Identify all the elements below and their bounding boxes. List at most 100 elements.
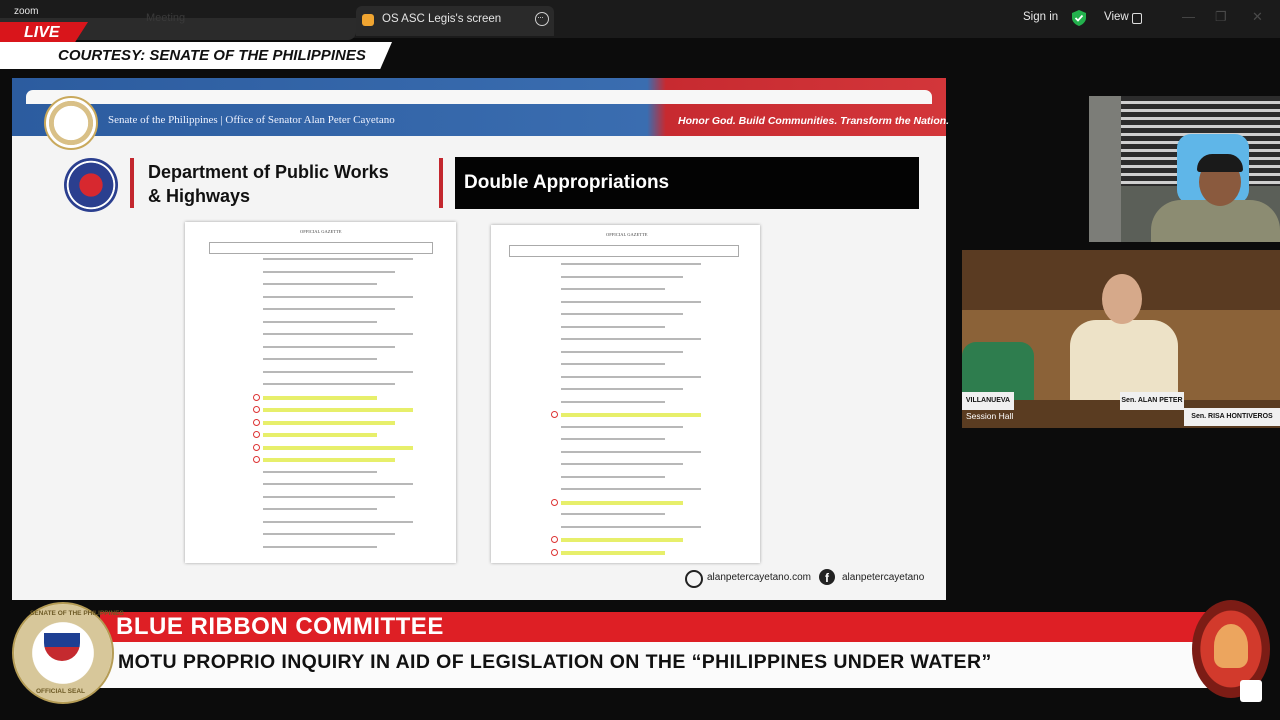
participant-video-session-hall[interactable]: VILLANUEVA Sen. ALAN PETER Sen. RISA HON… xyxy=(962,250,1280,428)
broadcast-icon xyxy=(1240,680,1262,702)
live-label: LIVE xyxy=(24,24,60,41)
red-annotation-mark xyxy=(253,393,260,401)
highlighted-line xyxy=(263,420,395,425)
name-plaque: VILLANUEVA xyxy=(962,392,1014,410)
document-line xyxy=(561,375,701,378)
instagram-icon xyxy=(685,570,703,588)
document-line xyxy=(561,438,665,440)
divider-bar xyxy=(439,158,443,208)
session-hall-label: Session Hall xyxy=(966,411,1014,421)
highlighted-line xyxy=(561,538,683,542)
name-plaque: Sen. RISA HONTIVEROS xyxy=(1184,408,1280,426)
zoom-logo: zoom xyxy=(14,6,39,17)
document-line xyxy=(561,288,665,290)
document-line xyxy=(561,450,701,453)
document-line xyxy=(263,495,395,498)
seal-bottom-text: OFFICIAL SEAL xyxy=(36,688,85,695)
security-shield-icon xyxy=(1072,10,1086,26)
document-line xyxy=(263,370,413,373)
document-line xyxy=(263,533,395,535)
more-options-icon[interactable]: ··· xyxy=(535,12,549,26)
highlighted-line xyxy=(263,458,395,462)
facebook-icon: f xyxy=(819,569,835,585)
red-annotation-mark xyxy=(253,418,260,426)
slide-header-strip xyxy=(26,90,932,104)
participant-hair xyxy=(1197,154,1243,172)
courtesy-label: COURTESY: SENATE OF THE PHILIPPINES xyxy=(58,47,366,64)
sign-in-button[interactable]: Sign in xyxy=(1023,11,1058,23)
view-button[interactable]: View xyxy=(1104,11,1129,23)
document-page-left: OFFICIAL GAZETTE xyxy=(185,222,456,563)
participant-body xyxy=(1151,200,1280,242)
seal-top-text: SENATE OF THE PHILIPPINES xyxy=(30,610,124,617)
document-line xyxy=(561,363,665,365)
document-line xyxy=(561,425,683,428)
document-left-table-header xyxy=(209,242,433,254)
red-annotation-mark xyxy=(551,548,558,556)
document-left-header: OFFICIAL GAZETTE xyxy=(300,229,342,234)
slide-office-label: Senate of the Philippines | Office of Se… xyxy=(108,114,395,126)
document-line xyxy=(263,345,395,348)
highlighted-line xyxy=(263,395,377,400)
document-line xyxy=(561,338,701,340)
red-annotation-mark xyxy=(253,456,260,463)
document-line xyxy=(561,300,701,303)
document-line xyxy=(561,463,683,465)
document-line xyxy=(263,270,395,273)
close-button[interactable]: ✕ xyxy=(1252,9,1263,25)
red-annotation-mark xyxy=(551,411,558,418)
name-plaque: Sen. ALAN PETER xyxy=(1120,392,1184,410)
meeting-tab-label: Meeting xyxy=(146,12,186,24)
document-line xyxy=(263,520,413,523)
document-line xyxy=(263,283,377,285)
emblem-figure xyxy=(1214,624,1248,668)
red-annotation-mark xyxy=(551,536,558,543)
document-line xyxy=(561,400,665,403)
inquiry-title: MOTU PROPRIO INQUIRY IN AID OF LEGISLATI… xyxy=(118,651,992,673)
maximize-button[interactable]: ❐ xyxy=(1215,9,1227,25)
participant-video-1[interactable] xyxy=(1089,96,1280,242)
dpwh-logo xyxy=(64,158,118,212)
red-annotation-mark xyxy=(253,431,260,438)
document-line xyxy=(263,545,377,548)
slide-motto: Honor God. Build Communities. Transform … xyxy=(678,115,950,127)
document-line xyxy=(263,333,413,335)
document-line xyxy=(561,325,665,328)
document-line xyxy=(263,383,395,385)
slide-heading: Double Appropriations xyxy=(464,172,670,193)
slide-header-band xyxy=(12,78,946,136)
screen-share-tab-label: OS ASC Legis's screen xyxy=(382,13,502,25)
department-title-line-1: Department of Public Works xyxy=(148,162,389,182)
document-line xyxy=(263,320,377,323)
document-line xyxy=(263,295,413,298)
red-annotation-mark xyxy=(253,443,260,451)
highlighted-line xyxy=(561,500,683,505)
highlighted-line xyxy=(263,433,377,437)
red-annotation-mark xyxy=(551,498,558,506)
red-annotation-mark xyxy=(253,406,260,413)
document-line xyxy=(263,470,377,473)
senate-seal-logo xyxy=(44,96,98,150)
highlighted-line xyxy=(263,408,413,412)
minimize-button[interactable]: — xyxy=(1182,9,1195,24)
document-line xyxy=(561,525,701,528)
department-title: Department of Public Works & Highways xyxy=(148,160,438,208)
highlighted-line xyxy=(561,550,665,555)
document-line xyxy=(561,263,701,265)
document-right-table-header xyxy=(509,245,739,257)
document-line xyxy=(561,488,701,490)
document-right-header: OFFICIAL GAZETTE xyxy=(606,232,648,237)
document-line xyxy=(561,513,665,515)
view-layout-icon xyxy=(1132,13,1142,24)
document-line xyxy=(263,483,413,485)
divider-bar xyxy=(130,158,134,208)
department-title-line-2: & Highways xyxy=(148,186,251,206)
senator-head xyxy=(1102,274,1142,324)
document-line xyxy=(561,475,665,478)
document-line xyxy=(561,275,683,278)
document-line xyxy=(263,508,377,510)
document-line xyxy=(263,258,413,260)
highlighted-line xyxy=(561,413,701,417)
senator-body xyxy=(1070,320,1178,400)
video-wall xyxy=(1089,96,1121,242)
